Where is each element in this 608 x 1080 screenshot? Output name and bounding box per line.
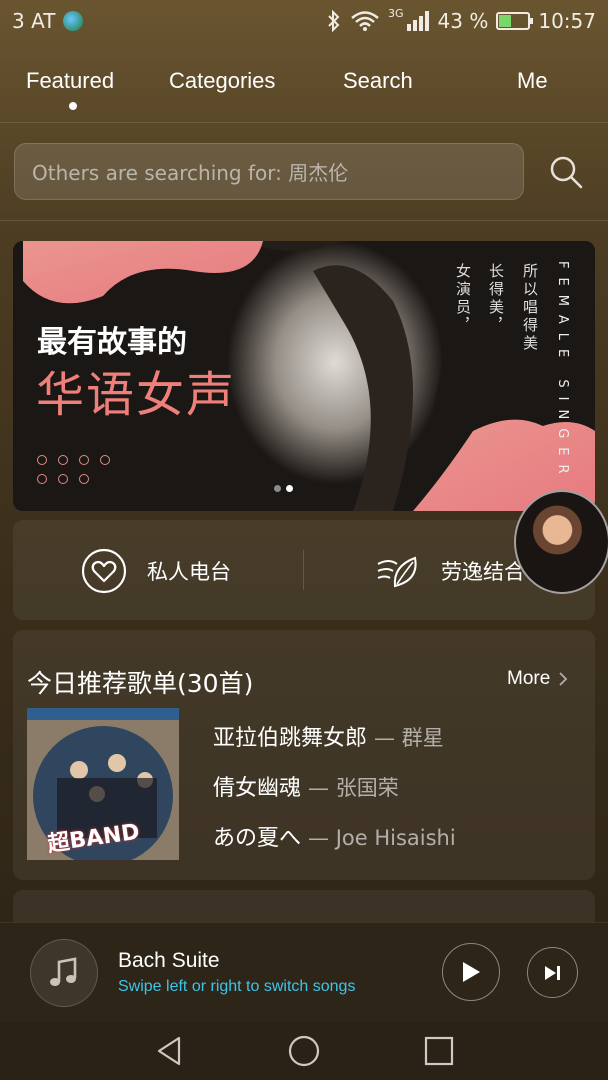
banner-page-dot[interactable] [274,485,281,492]
quick-action-relax[interactable]: 劳逸结合 [375,548,525,594]
banner-vertical-text-1: 所以唱得美 [521,263,539,353]
quick-action-label: 私人电台 [147,560,231,584]
album-cover[interactable]: 超BAND [27,708,179,860]
banner-page-dot-active[interactable] [286,485,293,492]
quick-actions-separator [303,550,304,590]
tab-me[interactable]: Me [517,68,548,94]
home-icon[interactable] [287,1034,321,1068]
daily-playlist-card: 今日推荐歌单(30首) More 超BAND 亚拉伯跳舞女郎 — 群星 倩女幽魂… [13,630,595,880]
next-track-button[interactable] [527,947,578,998]
back-icon[interactable] [153,1034,187,1068]
song-title: 倩女幽魂 [213,776,302,801]
quick-action-label: 劳逸结合 [441,560,525,584]
battery-icon [496,12,534,30]
nav-divider [0,122,608,123]
more-button[interactable]: More [507,668,568,690]
song-item[interactable]: 亚拉伯跳舞女郎 — 群星 [213,720,444,752]
signal-icon [406,11,429,31]
music-note-icon [50,957,77,986]
active-tab-indicator [69,102,77,110]
song-title: 亚拉伯跳舞女郎 [213,726,368,751]
banner-vertical-text-2: 长得美， [487,263,505,335]
play-button[interactable] [442,943,500,1001]
featured-banner[interactable]: 最有故事的 华语女声 所以唱得美 长得美， 女演员， FEMALE SINGER [13,241,595,511]
search-input[interactable]: Others are searching for: 周杰伦 [14,143,524,200]
playlist-title: 今日推荐歌单(30首) [27,669,254,698]
now-playing-art[interactable] [30,939,98,1007]
more-label: More [507,668,551,689]
status-right: 3G 43 % 10:57 [326,6,596,33]
battery-percent: 43 % [437,9,489,33]
clock: 10:57 [538,9,596,33]
play-icon [463,962,480,982]
banner-dot-pattern [37,455,112,484]
chevron-right-icon [559,672,568,686]
tab-categories[interactable]: Categories [169,68,275,94]
network-type-label: 3G [388,6,404,20]
bluetooth-icon [328,10,340,32]
heart-radio-icon [81,548,127,594]
song-title: あの夏へ [213,826,302,851]
song-item[interactable]: 倩女幽魂 — 张国荣 [213,770,399,802]
tab-search[interactable]: Search [343,68,413,94]
tab-featured[interactable]: Featured [26,68,114,94]
song-artist: — 张国荣 [308,776,399,800]
floating-avatar[interactable] [514,490,608,594]
wifi-icon [351,11,379,31]
song-artist: — Joe Hisaishi [308,826,456,850]
skip-next-icon [544,965,560,980]
banner-title: 华语女声 [36,367,237,423]
banner-vertical-text-3: 女演员， [454,263,472,335]
carrier-label: 3 AT [12,9,56,33]
search-divider [0,220,608,221]
status-bar: 3 AT 3G 43 % 10:57 [0,0,608,42]
system-nav-bar [0,1022,608,1080]
top-nav: Featured Categories Search Me [0,58,608,120]
recents-icon[interactable] [422,1034,456,1068]
status-left: 3 AT [12,9,84,33]
globe-icon [63,11,84,31]
swipe-hint: Swipe left or right to switch songs [118,978,356,995]
battery-fill [499,15,512,27]
quick-action-private-radio[interactable]: 私人电台 [81,548,231,594]
song-item[interactable]: あの夏へ — Joe Hisaishi [213,820,456,852]
leaf-wind-icon [377,556,417,588]
song-artist: — 群星 [374,726,444,750]
banner-vertical-english: FEMALE SINGER [555,261,570,483]
quick-actions-card: 私人电台 劳逸结合 [13,520,595,620]
search-placeholder: Others are searching for: 周杰伦 [32,161,349,185]
mini-player[interactable]: Bach Suite Swipe left or right to switch… [0,922,608,1022]
track-title: Bach Suite [118,949,220,972]
search-icon[interactable] [546,152,586,192]
